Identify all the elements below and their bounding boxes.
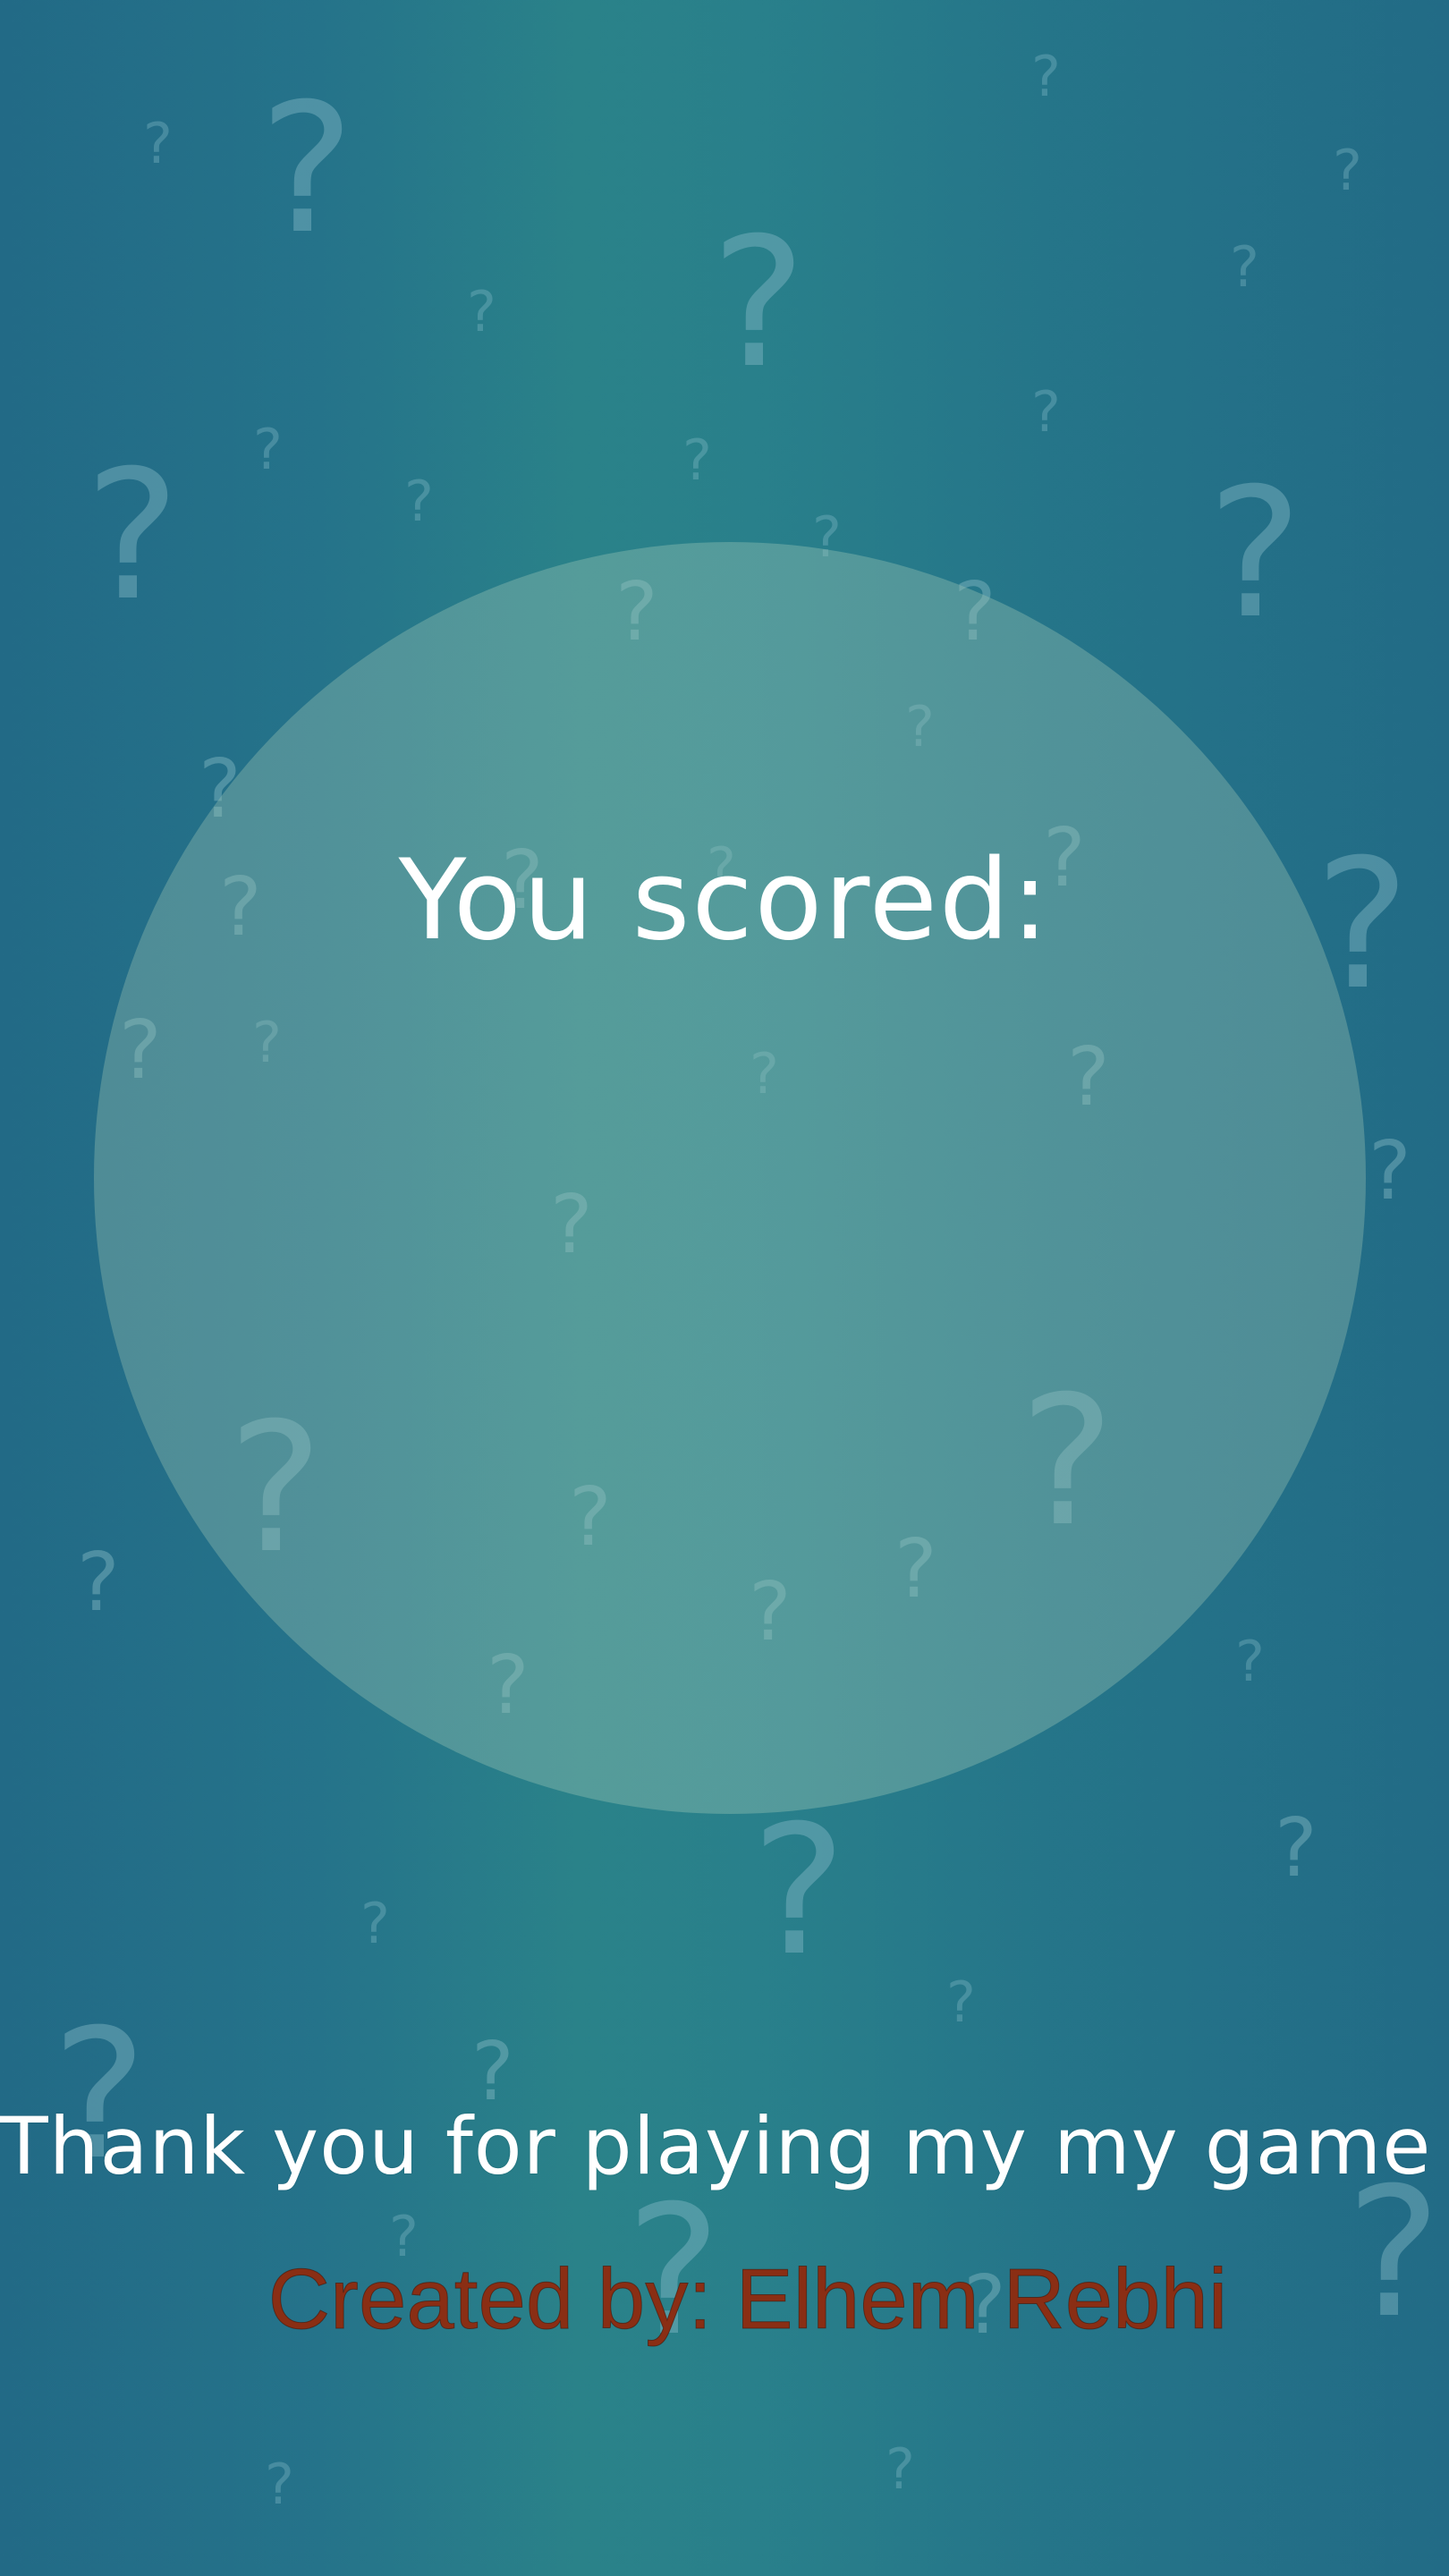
question-mark-icon: ? xyxy=(1368,1124,1411,1218)
question-mark-icon: ? xyxy=(467,279,496,344)
question-mark-icon: ? xyxy=(1333,138,1362,203)
score-panel xyxy=(94,542,1366,1814)
question-mark-icon: ? xyxy=(259,65,355,274)
question-mark-icon: ? xyxy=(253,417,283,482)
question-mark-icon: ? xyxy=(360,1891,390,1956)
question-mark-icon: ? xyxy=(1031,44,1061,109)
question-mark-icon: ? xyxy=(1208,450,1303,658)
question-mark-icon: ? xyxy=(711,199,807,408)
question-mark-icon: ? xyxy=(682,428,712,493)
question-mark-icon: ? xyxy=(404,469,434,534)
question-mark-icon: ? xyxy=(1031,379,1061,445)
question-mark-icon: ? xyxy=(1275,1801,1318,1895)
question-mark-icon: ? xyxy=(143,111,173,176)
question-mark-icon: ? xyxy=(886,2436,915,2502)
question-mark-icon: ? xyxy=(265,2452,294,2517)
score-label: You scored: xyxy=(398,836,1051,965)
question-mark-icon: ? xyxy=(1230,234,1259,300)
question-mark-icon: ? xyxy=(946,1970,976,2035)
question-mark-icon: ? xyxy=(85,432,181,640)
thanks-message: Thank you for playing my my game ! xyxy=(0,2100,1449,2192)
question-mark-icon: ? xyxy=(1235,1629,1265,1694)
credits-text: Created by: Elhem Rebhi xyxy=(267,2251,1228,2348)
question-mark-icon: ? xyxy=(751,1787,847,1996)
question-mark-icon: ? xyxy=(77,1536,120,1630)
